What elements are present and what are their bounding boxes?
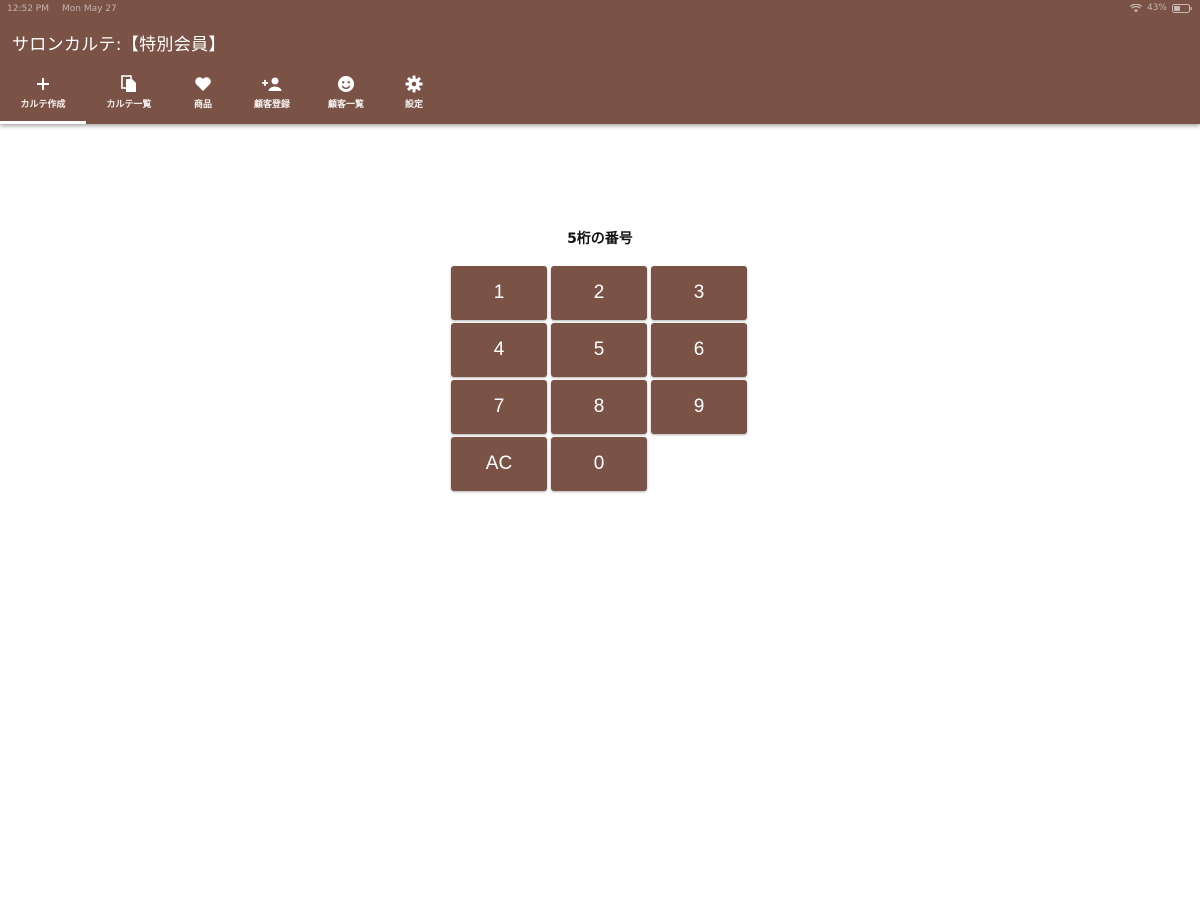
- status-indicators: 43%: [1129, 3, 1192, 13]
- key-7[interactable]: 7: [451, 380, 547, 434]
- tab-label: カルテ作成: [20, 100, 66, 110]
- wifi-icon: [1129, 3, 1142, 13]
- key-4[interactable]: 4: [451, 323, 547, 377]
- key-3[interactable]: 3: [651, 266, 747, 320]
- face-icon: [337, 74, 355, 94]
- app-bar: 12:52 PM Mon May 27 43% サロンカルテ:【特別会員】 カル…: [0, 0, 1200, 124]
- tab-label: 顧客一覧: [327, 100, 364, 110]
- keypad-label: 5桁の番号: [567, 231, 633, 247]
- plus-icon: [36, 74, 50, 94]
- heart-icon: [194, 74, 212, 94]
- add-person-icon: [261, 74, 283, 94]
- documents-icon: [121, 74, 137, 94]
- key-clear[interactable]: AC: [451, 437, 547, 491]
- tab-products[interactable]: 商品: [172, 70, 234, 124]
- key-8[interactable]: 8: [551, 380, 647, 434]
- status-time: 12:52 PM: [7, 4, 49, 14]
- key-6[interactable]: 6: [651, 323, 747, 377]
- key-2[interactable]: 2: [551, 266, 647, 320]
- app-screen: 12:52 PM Mon May 27 43% サロンカルテ:【特別会員】 カル…: [0, 0, 1200, 900]
- number-keypad: 1 2 3 4 5 6 7 8 9 AC 0: [451, 266, 747, 491]
- tab-label: 商品: [193, 100, 212, 110]
- gear-icon: [405, 74, 423, 94]
- tab-settings[interactable]: 設定: [382, 70, 446, 124]
- tab-create-chart[interactable]: カルテ作成: [0, 70, 86, 124]
- tab-bar: カルテ作成 カルテ一覧 商品 顧客登録 顧客一覧 設定: [0, 70, 446, 124]
- tab-customer-list[interactable]: 顧客一覧: [310, 70, 382, 124]
- tab-label: 顧客登録: [253, 100, 290, 110]
- key-1[interactable]: 1: [451, 266, 547, 320]
- tab-label: 設定: [404, 100, 423, 110]
- battery-icon: [1172, 3, 1192, 13]
- key-5[interactable]: 5: [551, 323, 647, 377]
- app-title: サロンカルテ:【特別会員】: [12, 35, 226, 55]
- tab-label: カルテ一覧: [106, 100, 152, 110]
- tab-chart-list[interactable]: カルテ一覧: [86, 70, 172, 124]
- battery-percent: 43%: [1146, 3, 1167, 13]
- tab-register-customer[interactable]: 顧客登録: [234, 70, 310, 124]
- key-0[interactable]: 0: [551, 437, 647, 491]
- status-bar: 12:52 PM Mon May 27 43%: [0, 0, 1200, 18]
- status-date: Mon May 27: [62, 4, 117, 14]
- key-9[interactable]: 9: [651, 380, 747, 434]
